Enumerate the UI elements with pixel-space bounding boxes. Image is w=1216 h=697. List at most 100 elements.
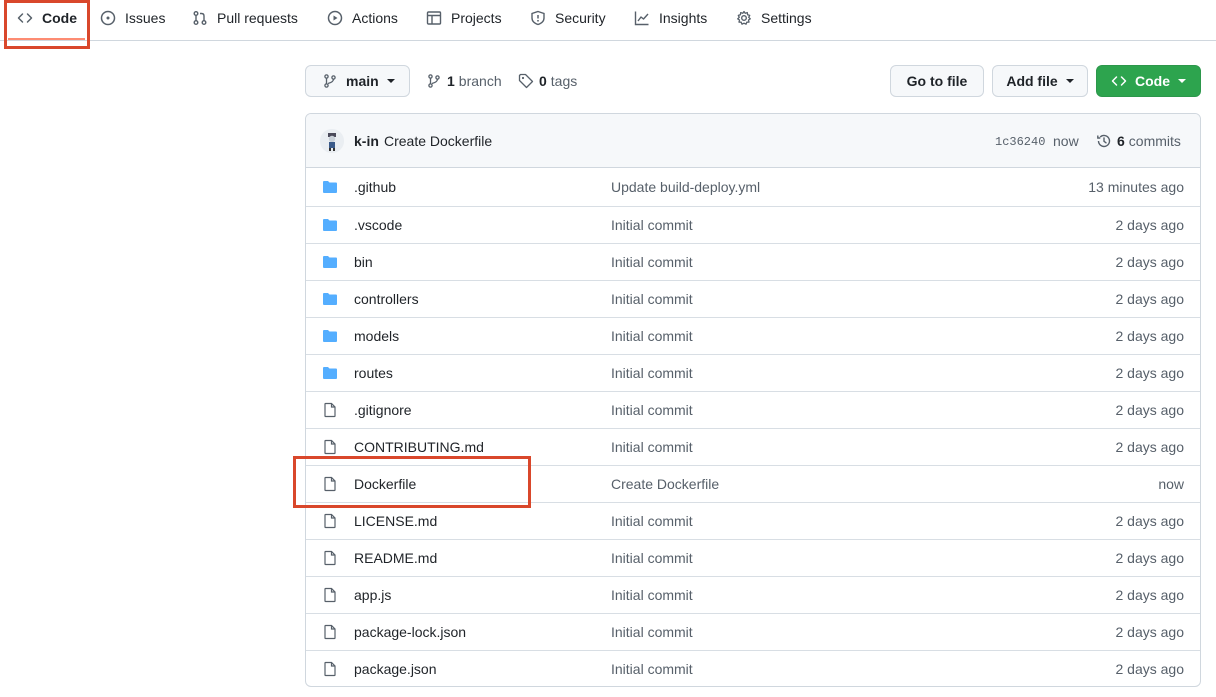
file-commit-time: 2 days ago	[1115, 328, 1185, 344]
file-row[interactable]: routes Initial commit 2 days ago	[306, 354, 1200, 391]
file-name[interactable]: CONTRIBUTING.md	[354, 439, 484, 455]
latest-commit-bar: k-in Create Dockerfile 1c36240 now 6 com…	[306, 114, 1200, 168]
tab-projects[interactable]: Projects	[426, 0, 502, 36]
file-row[interactable]: models Initial commit 2 days ago	[306, 317, 1200, 354]
repo-nav: Code Issues Pull requests Actions Projec…	[0, 0, 1216, 41]
code-icon	[1111, 73, 1127, 89]
tab-settings[interactable]: Settings	[736, 0, 812, 36]
file-row[interactable]: bin Initial commit 2 days ago	[306, 243, 1200, 280]
commit-sha[interactable]: 1c36240	[995, 135, 1045, 149]
tags-link[interactable]: 0 tags	[518, 72, 577, 90]
file-commit-message[interactable]: Initial commit	[611, 365, 693, 381]
chevron-down-icon	[1178, 79, 1186, 83]
file-commit-time: 2 days ago	[1115, 402, 1185, 418]
tab-pull-requests[interactable]: Pull requests	[192, 0, 298, 36]
commits-history-link[interactable]: 6 commits	[1096, 133, 1181, 149]
file-commit-message[interactable]: Create Dockerfile	[611, 476, 719, 492]
file-commit-time: 2 days ago	[1115, 439, 1185, 455]
commit-message[interactable]: Create Dockerfile	[384, 133, 492, 149]
branches-link[interactable]: 1 branch	[426, 72, 502, 90]
tab-label: Security	[555, 10, 606, 26]
file-commit-message[interactable]: Initial commit	[611, 550, 693, 566]
file-row[interactable]: controllers Initial commit 2 days ago	[306, 280, 1200, 317]
file-icon	[322, 624, 338, 640]
go-to-file-button[interactable]: Go to file	[890, 65, 984, 97]
file-icon	[322, 402, 338, 418]
file-name[interactable]: LICENSE.md	[354, 513, 437, 529]
file-row[interactable]: README.md Initial commit 2 days ago	[306, 539, 1200, 576]
file-icon	[322, 439, 338, 455]
chevron-down-icon	[386, 79, 395, 83]
commit-author[interactable]: k-in	[354, 133, 379, 149]
file-commit-time: 2 days ago	[1115, 661, 1185, 677]
branch-select-button[interactable]: main	[305, 65, 410, 97]
branch-count: 1	[447, 73, 455, 89]
file-commit-message[interactable]: Initial commit	[611, 254, 693, 270]
file-commit-time: 13 minutes ago	[1088, 179, 1184, 195]
file-commit-message[interactable]: Initial commit	[611, 513, 693, 529]
file-row[interactable]: app.js Initial commit 2 days ago	[306, 576, 1200, 613]
file-commit-message[interactable]: Initial commit	[611, 624, 693, 640]
branch-word: branch	[458, 73, 502, 89]
file-name[interactable]: README.md	[354, 550, 437, 566]
file-commit-message[interactable]: Initial commit	[611, 402, 693, 418]
file-icon	[322, 661, 338, 677]
issue-opened-icon	[100, 10, 116, 26]
file-commit-time: 2 days ago	[1115, 550, 1185, 566]
file-name[interactable]: models	[354, 328, 399, 344]
code-dropdown-button[interactable]: Code	[1096, 65, 1201, 97]
file-commit-time: 2 days ago	[1115, 217, 1185, 233]
file-commit-message[interactable]: Initial commit	[611, 217, 693, 233]
file-row[interactable]: package-lock.json Initial commit 2 days ag…	[306, 613, 1200, 650]
shield-icon	[530, 10, 546, 26]
file-name[interactable]: app.js	[354, 587, 391, 603]
file-commit-message[interactable]: Update build-deploy.yml	[611, 179, 760, 195]
gear-icon	[736, 10, 752, 26]
tab-label: Insights	[659, 10, 708, 26]
git-pull-request-icon	[192, 10, 208, 26]
file-name[interactable]: package-lock.json	[354, 624, 466, 640]
file-commit-message[interactable]: Initial commit	[611, 328, 693, 344]
file-commit-time: 2 days ago	[1115, 513, 1185, 529]
file-name[interactable]: controllers	[354, 291, 419, 307]
folder-icon	[322, 179, 338, 195]
file-icon	[322, 587, 338, 603]
file-commit-message[interactable]: Initial commit	[611, 661, 693, 677]
file-row[interactable]: .gitignore Initial commit 2 days ago	[306, 391, 1200, 428]
file-row[interactable]: .github Update build-deploy.yml 13 minutes…	[306, 169, 1200, 206]
tab-actions[interactable]: Actions	[327, 0, 398, 36]
file-commit-time: 2 days ago	[1115, 624, 1185, 640]
file-commit-time: 2 days ago	[1115, 254, 1185, 270]
file-commit-time: 2 days ago	[1115, 587, 1185, 603]
tab-label: Pull requests	[217, 10, 298, 26]
tag-word: tags	[550, 73, 578, 89]
tab-insights[interactable]: Insights	[634, 0, 707, 36]
file-name[interactable]: bin	[354, 254, 373, 270]
tab-label: Projects	[451, 10, 502, 26]
file-commit-message[interactable]: Initial commit	[611, 291, 693, 307]
file-row[interactable]: package.json Initial commit 2 days ago	[306, 650, 1200, 686]
tag-count: 0	[539, 73, 547, 89]
tab-security[interactable]: Security	[530, 0, 606, 36]
file-commit-message[interactable]: Initial commit	[611, 439, 693, 455]
folder-icon	[322, 328, 338, 344]
annotation-box-dockerfile	[293, 456, 531, 508]
file-rows: .github Update build-deploy.yml 13 minutes…	[306, 169, 1200, 686]
avatar[interactable]	[320, 129, 344, 153]
folder-icon	[322, 254, 338, 270]
file-name[interactable]: .vscode	[354, 217, 402, 233]
file-name[interactable]: package.json	[354, 661, 437, 677]
tab-label: Issues	[125, 10, 166, 26]
tab-label: Settings	[761, 10, 812, 26]
add-file-button[interactable]: Add file	[992, 65, 1088, 97]
file-commit-message[interactable]: Initial commit	[611, 587, 693, 603]
file-name[interactable]: .github	[354, 179, 396, 195]
file-name[interactable]: .gitignore	[354, 402, 412, 418]
file-row[interactable]: .vscode Initial commit 2 days ago	[306, 206, 1200, 243]
file-name[interactable]: routes	[354, 365, 393, 381]
play-icon	[327, 10, 343, 26]
git-branch-icon	[426, 73, 447, 89]
code-button-label: Code	[1135, 73, 1170, 89]
folder-icon	[322, 365, 338, 381]
tab-issues[interactable]: Issues	[100, 0, 165, 36]
